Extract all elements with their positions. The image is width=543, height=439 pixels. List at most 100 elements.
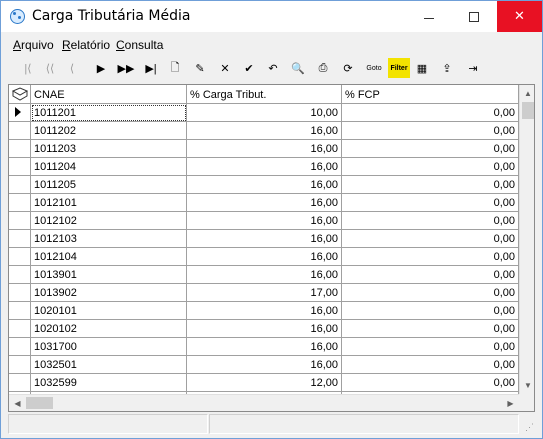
table-row[interactable]: 1032599 12,00 0,00 <box>9 374 519 392</box>
cell-cnae[interactable]: 1012101 <box>31 194 187 212</box>
cell-fcp[interactable]: 0,00 <box>342 338 519 356</box>
edit-record-icon[interactable]: ✎ <box>191 58 209 78</box>
column-header-fcp[interactable]: % FCP <box>342 85 519 104</box>
cell-cnae[interactable]: 1031700 <box>31 338 187 356</box>
preview-icon[interactable]: 🔍 <box>289 58 307 78</box>
cell-cnae[interactable]: 1012104 <box>31 248 187 266</box>
cell-cnae[interactable]: 1012103 <box>31 230 187 248</box>
cell-fcp[interactable]: 0,00 <box>342 374 519 392</box>
row-indicator[interactable] <box>9 230 31 248</box>
row-indicator[interactable] <box>9 140 31 158</box>
row-indicator[interactable] <box>9 158 31 176</box>
row-indicator[interactable] <box>9 176 31 194</box>
cell-cnae[interactable]: 1011202 <box>31 122 187 140</box>
cell-carga[interactable]: 16,00 <box>187 338 342 356</box>
column-header-carga[interactable]: % Carga Tribut. <box>187 85 342 104</box>
next-record-icon[interactable]: ▶ <box>92 58 110 78</box>
cell-fcp[interactable]: 0,00 <box>342 230 519 248</box>
cell-carga[interactable]: 16,00 <box>187 248 342 266</box>
minimize-button[interactable] <box>406 1 451 32</box>
cell-fcp[interactable]: 0,00 <box>342 194 519 212</box>
cell-cnae[interactable]: 1020102 <box>31 320 187 338</box>
row-indicator[interactable] <box>9 284 31 302</box>
horizontal-scrollbar[interactable]: ◀ ▶ <box>9 394 519 411</box>
goto-icon[interactable]: Goto <box>363 58 385 78</box>
column-header-cnae[interactable]: CNAE <box>31 85 187 104</box>
cell-carga[interactable]: 16,00 <box>187 140 342 158</box>
last-record-icon[interactable]: ▶| <box>142 58 160 78</box>
table-row[interactable]: 1012102 16,00 0,00 <box>9 212 519 230</box>
row-indicator[interactable] <box>9 320 31 338</box>
cell-carga[interactable]: 16,00 <box>187 176 342 194</box>
cell-carga[interactable]: 16,00 <box>187 158 342 176</box>
menu-relatorio[interactable]: Relatório <box>62 38 110 52</box>
resize-grip-icon[interactable]: ⋰ <box>525 422 534 433</box>
cell-carga[interactable]: 10,00 <box>187 104 342 122</box>
cell-fcp[interactable]: 0,00 <box>342 140 519 158</box>
table-row[interactable]: 1011202 16,00 0,00 <box>9 122 519 140</box>
calculator-icon[interactable]: ▦ <box>413 58 431 78</box>
table-row[interactable]: 1013902 17,00 0,00 <box>9 284 519 302</box>
cell-fcp[interactable]: 0,00 <box>342 284 519 302</box>
cell-cnae[interactable]: 1020101 <box>31 302 187 320</box>
cell-carga[interactable]: 16,00 <box>187 302 342 320</box>
new-record-icon[interactable]: 🗋 <box>166 58 184 78</box>
cell-fcp[interactable]: 0,00 <box>342 212 519 230</box>
title-bar[interactable]: Carga Tributária Média ✕ <box>1 1 542 32</box>
table-row[interactable]: 1012104 16,00 0,00 <box>9 248 519 266</box>
row-indicator[interactable] <box>9 302 31 320</box>
row-indicator[interactable] <box>9 266 31 284</box>
horizontal-scroll-thumb[interactable] <box>26 397 53 409</box>
print-icon[interactable]: ⎙ <box>314 58 332 78</box>
cell-cnae[interactable]: 1013901 <box>31 266 187 284</box>
book-icon[interactable] <box>9 85 31 104</box>
refresh-icon[interactable]: ⟳ <box>339 58 357 78</box>
cell-cnae[interactable]: 1032501 <box>31 356 187 374</box>
cell-fcp[interactable]: 0,00 <box>342 176 519 194</box>
menu-arquivo[interactable]: Arquivo <box>13 38 54 52</box>
table-row[interactable]: 1011203 16,00 0,00 <box>9 140 519 158</box>
table-row[interactable]: 1011205 16,00 0,00 <box>9 176 519 194</box>
table-row[interactable]: 1020102 16,00 0,00 <box>9 320 519 338</box>
maximize-button[interactable] <box>451 1 496 32</box>
cell-cnae[interactable]: 1032599 <box>31 374 187 392</box>
cell-carga[interactable]: 12,00 <box>187 374 342 392</box>
row-indicator[interactable] <box>9 122 31 140</box>
cell-carga[interactable]: 16,00 <box>187 212 342 230</box>
scroll-left-icon[interactable]: ◀ <box>9 395 26 411</box>
next-page-icon[interactable]: ▶▶ <box>117 58 135 78</box>
export-icon[interactable]: ⇪ <box>438 58 456 78</box>
cell-carga[interactable]: 16,00 <box>187 122 342 140</box>
cell-cnae[interactable]: 1011201 <box>31 104 187 122</box>
cell-carga[interactable]: 17,00 <box>187 284 342 302</box>
cancel-record-icon[interactable]: ↶ <box>264 58 282 78</box>
cell-fcp[interactable]: 0,00 <box>342 356 519 374</box>
table-row[interactable]: 1031700 16,00 0,00 <box>9 338 519 356</box>
cell-fcp[interactable]: 0,00 <box>342 122 519 140</box>
delete-record-icon[interactable]: ✕ <box>216 58 234 78</box>
row-indicator[interactable] <box>9 212 31 230</box>
table-row[interactable]: 1011204 16,00 0,00 <box>9 158 519 176</box>
app-icon[interactable] <box>10 9 25 24</box>
cell-carga[interactable]: 16,00 <box>187 320 342 338</box>
scroll-up-icon[interactable]: ▲ <box>520 85 534 102</box>
close-button[interactable]: ✕ <box>497 1 542 32</box>
row-indicator[interactable] <box>9 356 31 374</box>
table-row[interactable]: 1012103 16,00 0,00 <box>9 230 519 248</box>
vertical-scroll-thumb[interactable] <box>522 102 534 119</box>
cell-cnae[interactable]: 1011204 <box>31 158 187 176</box>
row-indicator[interactable] <box>9 374 31 392</box>
scroll-down-icon[interactable]: ▼ <box>520 377 534 394</box>
table-row[interactable]: 1011201 10,00 0,00 <box>9 104 519 122</box>
cell-fcp[interactable]: 0,00 <box>342 158 519 176</box>
exit-icon[interactable]: ⇥ <box>464 58 482 78</box>
cell-carga[interactable]: 16,00 <box>187 194 342 212</box>
cell-carga[interactable]: 16,00 <box>187 356 342 374</box>
row-indicator[interactable] <box>9 104 31 122</box>
menu-consulta[interactable]: Consulta <box>116 38 163 52</box>
filter-icon[interactable]: Filter <box>388 58 410 78</box>
vertical-scrollbar[interactable]: ▲ ▼ <box>519 85 534 394</box>
cell-fcp[interactable]: 0,00 <box>342 248 519 266</box>
row-indicator[interactable] <box>9 194 31 212</box>
cell-cnae[interactable]: 1011205 <box>31 176 187 194</box>
